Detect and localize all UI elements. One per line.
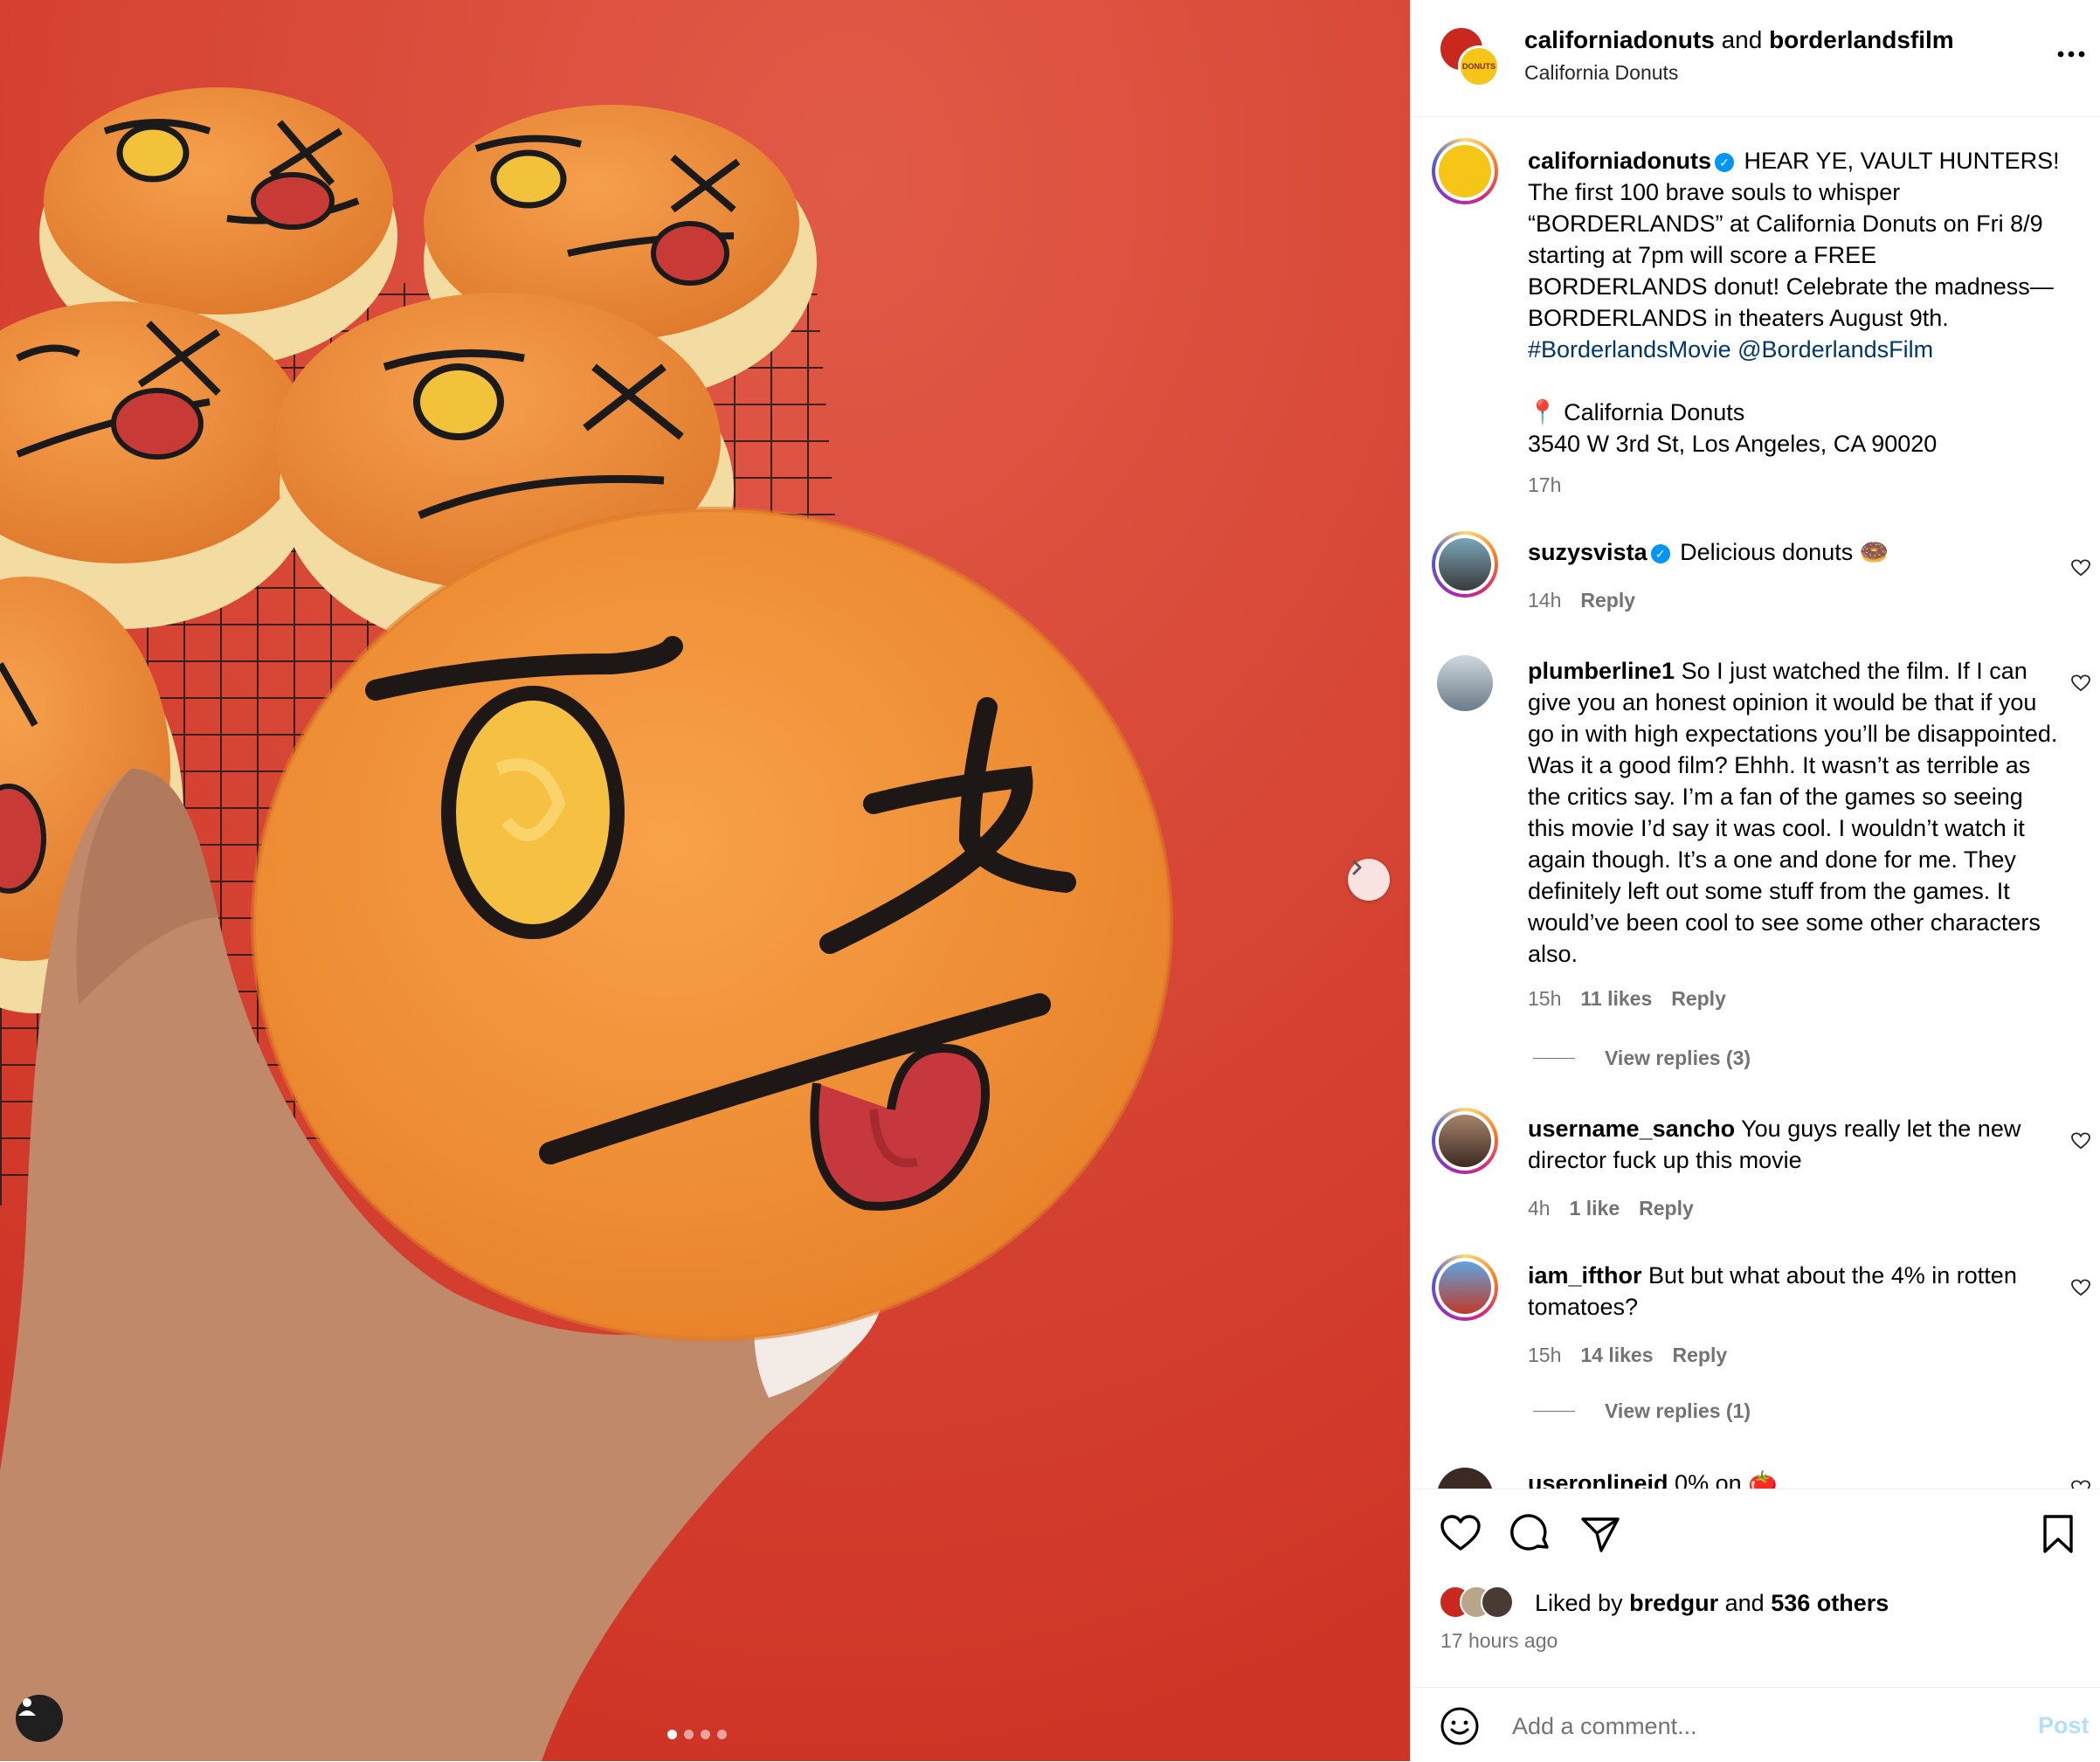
liked-by-prefix: Liked by bbox=[1535, 1589, 1623, 1616]
place-address: 3540 W 3rd St, Los Angeles, CA 90020 bbox=[1528, 431, 1938, 457]
location-link[interactable]: California Donuts bbox=[1524, 61, 1954, 85]
comment-username[interactable]: suzysvista bbox=[1528, 539, 1648, 565]
verified-badge-icon: ✓ bbox=[1715, 152, 1735, 172]
caption-text: HEAR YE, VAULT HUNTERS! The first 100 br… bbox=[1528, 148, 2060, 331]
carousel-dot bbox=[701, 1730, 710, 1739]
caption-time: 17h bbox=[1528, 473, 1562, 496]
reply-button[interactable]: Reply bbox=[1639, 1197, 1694, 1220]
heart-icon[interactable] bbox=[2071, 1480, 2090, 1489]
carousel-indicator bbox=[667, 1730, 727, 1739]
collab-avatars[interactable]: DONUTS bbox=[1439, 26, 1500, 87]
post-header: DONUTS californiadonuts and borderlandsf… bbox=[1411, 0, 2100, 117]
comment-meta: 14h Reply bbox=[1528, 589, 1635, 612]
author-joiner: and bbox=[1721, 26, 1763, 53]
carousel-dot bbox=[684, 1730, 694, 1739]
caption-meta: 17h bbox=[1528, 473, 1561, 497]
likes-count[interactable]: 14 likes bbox=[1580, 1344, 1653, 1367]
tagged-users-button[interactable] bbox=[16, 1695, 63, 1742]
likes-summary[interactable]: Liked by bredgur and 536 others bbox=[1439, 1586, 1889, 1620]
chevron-right-icon bbox=[1352, 860, 1362, 875]
avatar[interactable] bbox=[1432, 1108, 1498, 1174]
avatar-californiadonuts: DONUTS bbox=[1458, 45, 1500, 87]
avatar[interactable] bbox=[1437, 655, 1493, 711]
comment-text: Delicious donuts 🍩 bbox=[1680, 539, 1889, 565]
post-button[interactable]: Post bbox=[2038, 1712, 2090, 1739]
liked-by-others[interactable]: 536 others bbox=[1771, 1590, 1889, 1617]
caption: californiadonuts ✓ HEAR YE, VAULT HUNTERS… bbox=[1528, 145, 2061, 460]
pin-icon: 📍 bbox=[1528, 399, 1558, 425]
comment: suzysvista ✓ Delicious donuts 🍩 bbox=[1528, 536, 2061, 568]
comment-meta: 15h 14 likes Reply bbox=[1528, 1344, 1727, 1367]
likes-count[interactable]: 1 like bbox=[1570, 1197, 1620, 1220]
reply-button[interactable]: Reply bbox=[1580, 589, 1635, 612]
likes-count[interactable]: 11 likes bbox=[1580, 987, 1652, 1011]
view-replies-label: View replies (1) bbox=[1605, 1399, 1751, 1422]
comment: username_sancho You guys really let the … bbox=[1528, 1113, 2061, 1176]
heart-icon[interactable] bbox=[2071, 674, 2090, 692]
reply-button[interactable]: Reply bbox=[1671, 987, 1726, 1011]
author-link[interactable]: californiadonuts bbox=[1524, 26, 1715, 53]
comment-meta: 15h 11 likes Reply bbox=[1528, 987, 1726, 1011]
comment-text: 0% on 🍅 bbox=[1675, 1470, 1778, 1489]
comment-username[interactable]: iam_ifthor bbox=[1528, 1262, 1642, 1289]
view-replies-button[interactable]: View replies (1) bbox=[1533, 1399, 1751, 1423]
comment-username[interactable]: username_sancho bbox=[1528, 1116, 1735, 1142]
person-icon bbox=[18, 1698, 36, 1716]
comment: plumberline1 So I just watched the film.… bbox=[1528, 655, 2061, 970]
place-name: California Donuts bbox=[1564, 399, 1745, 425]
view-replies-button[interactable]: View replies (3) bbox=[1533, 1047, 1751, 1070]
post-side-panel: DONUTS californiadonuts and borderlandsf… bbox=[1410, 0, 2100, 1761]
comment: useronlineid 0% on 🍅 bbox=[1528, 1468, 2061, 1489]
hashtag-link[interactable]: #BorderlandsMovie bbox=[1528, 336, 1731, 363]
post-media[interactable] bbox=[0, 0, 1410, 1761]
heart-icon[interactable] bbox=[1439, 1512, 1482, 1556]
liker-avatars bbox=[1439, 1586, 1535, 1620]
paper-plane-icon[interactable] bbox=[1578, 1512, 1622, 1556]
bookmark-icon[interactable] bbox=[2036, 1512, 2080, 1556]
reply-button[interactable]: Reply bbox=[1673, 1344, 1728, 1367]
post-actions: Liked by bredgur and 536 others 17 hours… bbox=[1411, 1489, 2100, 1761]
post-authors: californiadonuts and borderlandsfilm bbox=[1524, 26, 1954, 54]
comment-time: 15h bbox=[1528, 987, 1562, 1010]
comment-time: 15h bbox=[1528, 1344, 1562, 1366]
carousel-dot bbox=[717, 1730, 727, 1739]
avatar[interactable] bbox=[1432, 531, 1498, 598]
comment-composer: Post bbox=[1411, 1687, 2100, 1762]
liked-by-and: and bbox=[1724, 1589, 1765, 1616]
comments-scroll-area[interactable]: californiadonuts ✓ HEAR YE, VAULT HUNTERS… bbox=[1411, 117, 2100, 1489]
author-link[interactable]: borderlandsfilm bbox=[1769, 26, 1954, 53]
comment-meta: 4h 1 like Reply bbox=[1528, 1197, 1694, 1220]
avatar[interactable] bbox=[1437, 1468, 1493, 1489]
comment-input[interactable] bbox=[1510, 1707, 2003, 1745]
avatar[interactable] bbox=[1432, 138, 1498, 204]
heart-icon[interactable] bbox=[2071, 1132, 2090, 1150]
comment: iam_ifthor But but what about the 4% in … bbox=[1528, 1260, 2061, 1323]
comment-time: 4h bbox=[1528, 1197, 1551, 1220]
donut-photo bbox=[0, 0, 1410, 1761]
avatar[interactable] bbox=[1432, 1254, 1498, 1321]
comment-text: So I just watched the film. If I can giv… bbox=[1528, 658, 2058, 967]
caption-username[interactable]: californiadonuts bbox=[1528, 148, 1711, 174]
heart-icon[interactable] bbox=[2071, 559, 2090, 577]
liked-by-user[interactable]: bredgur bbox=[1629, 1590, 1718, 1617]
mention-link[interactable]: @BorderlandsFilm bbox=[1737, 336, 1933, 363]
carousel-dot bbox=[667, 1730, 677, 1739]
comment-icon[interactable] bbox=[1509, 1512, 1552, 1556]
comment-username[interactable]: useronlineid bbox=[1528, 1470, 1668, 1489]
heart-icon[interactable] bbox=[2071, 1279, 2090, 1296]
carousel-next-button[interactable] bbox=[1348, 859, 1390, 901]
post-timestamp[interactable]: 17 hours ago bbox=[1440, 1629, 1558, 1653]
comment-username[interactable]: plumberline1 bbox=[1528, 658, 1675, 684]
more-horizontal-icon[interactable] bbox=[2054, 44, 2089, 65]
smiley-icon[interactable] bbox=[1439, 1705, 1481, 1747]
view-replies-label: View replies (3) bbox=[1605, 1047, 1751, 1069]
verified-badge-icon: ✓ bbox=[1650, 543, 1670, 563]
comment-time: 14h bbox=[1528, 589, 1562, 612]
